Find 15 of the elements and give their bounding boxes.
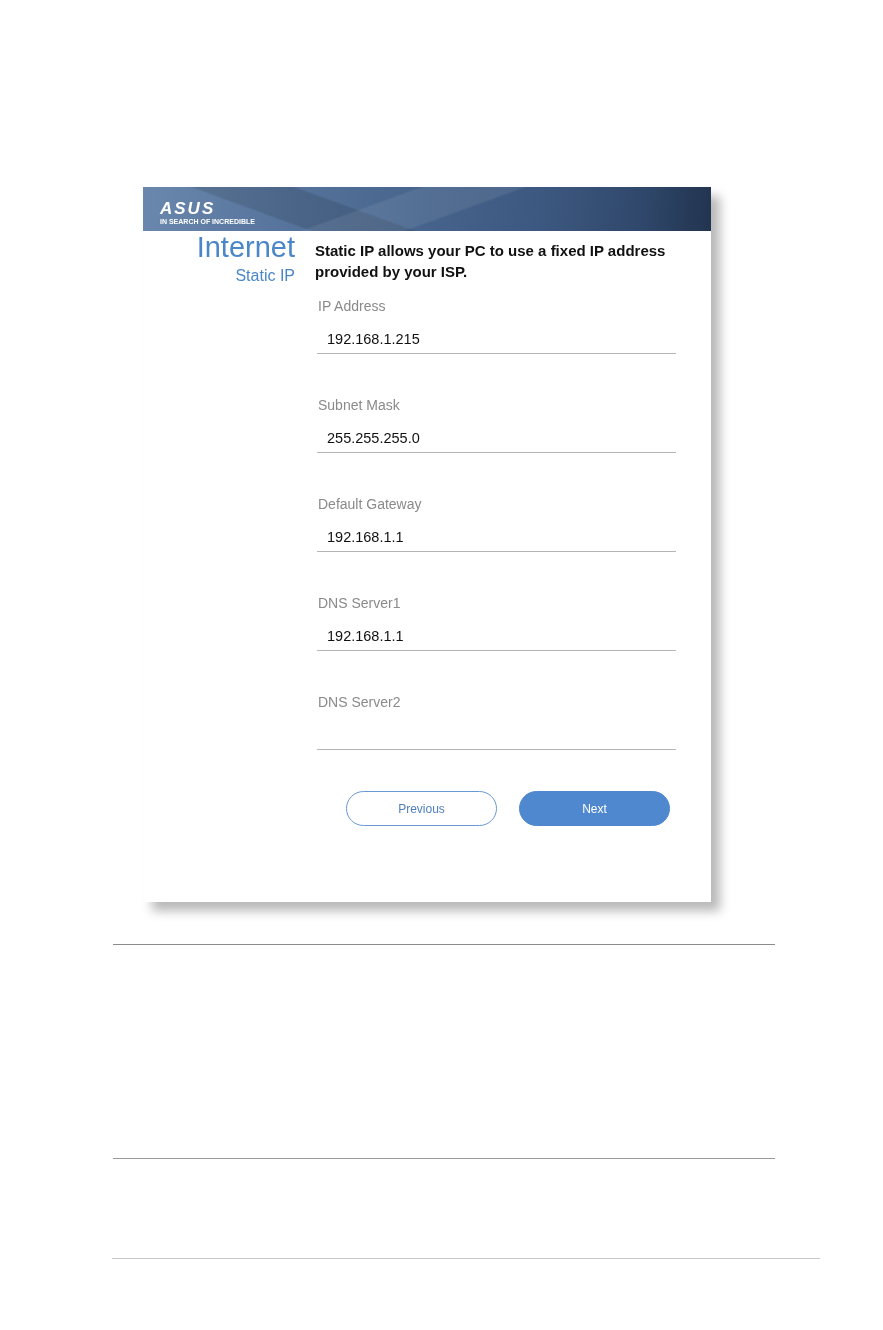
- input-field[interactable]: 255.255.255.0: [317, 424, 676, 453]
- field-label: DNS Server1: [318, 594, 402, 612]
- page-title: Internet: [196, 231, 295, 263]
- wizard-button[interactable]: Next: [519, 791, 670, 826]
- field-label: Default Gateway: [318, 495, 423, 513]
- field-label: IP Address: [318, 297, 387, 315]
- logo-wordmark: ASUS: [160, 201, 216, 216]
- field-label: Subnet Mask: [318, 396, 401, 414]
- wizard-button[interactable]: Previous: [346, 791, 497, 826]
- description-text: Static IP allows your PC to use a fixed IP address provided by your ISP.: [315, 241, 667, 282]
- input-field[interactable]: 192.168.1.1: [317, 523, 676, 552]
- input-field[interactable]: 192.168.1.215: [317, 325, 676, 354]
- input-field[interactable]: 192.168.1.1: [317, 622, 676, 651]
- field-label: DNS Server2: [318, 693, 402, 711]
- page-subtitle: Static IP: [235, 266, 295, 286]
